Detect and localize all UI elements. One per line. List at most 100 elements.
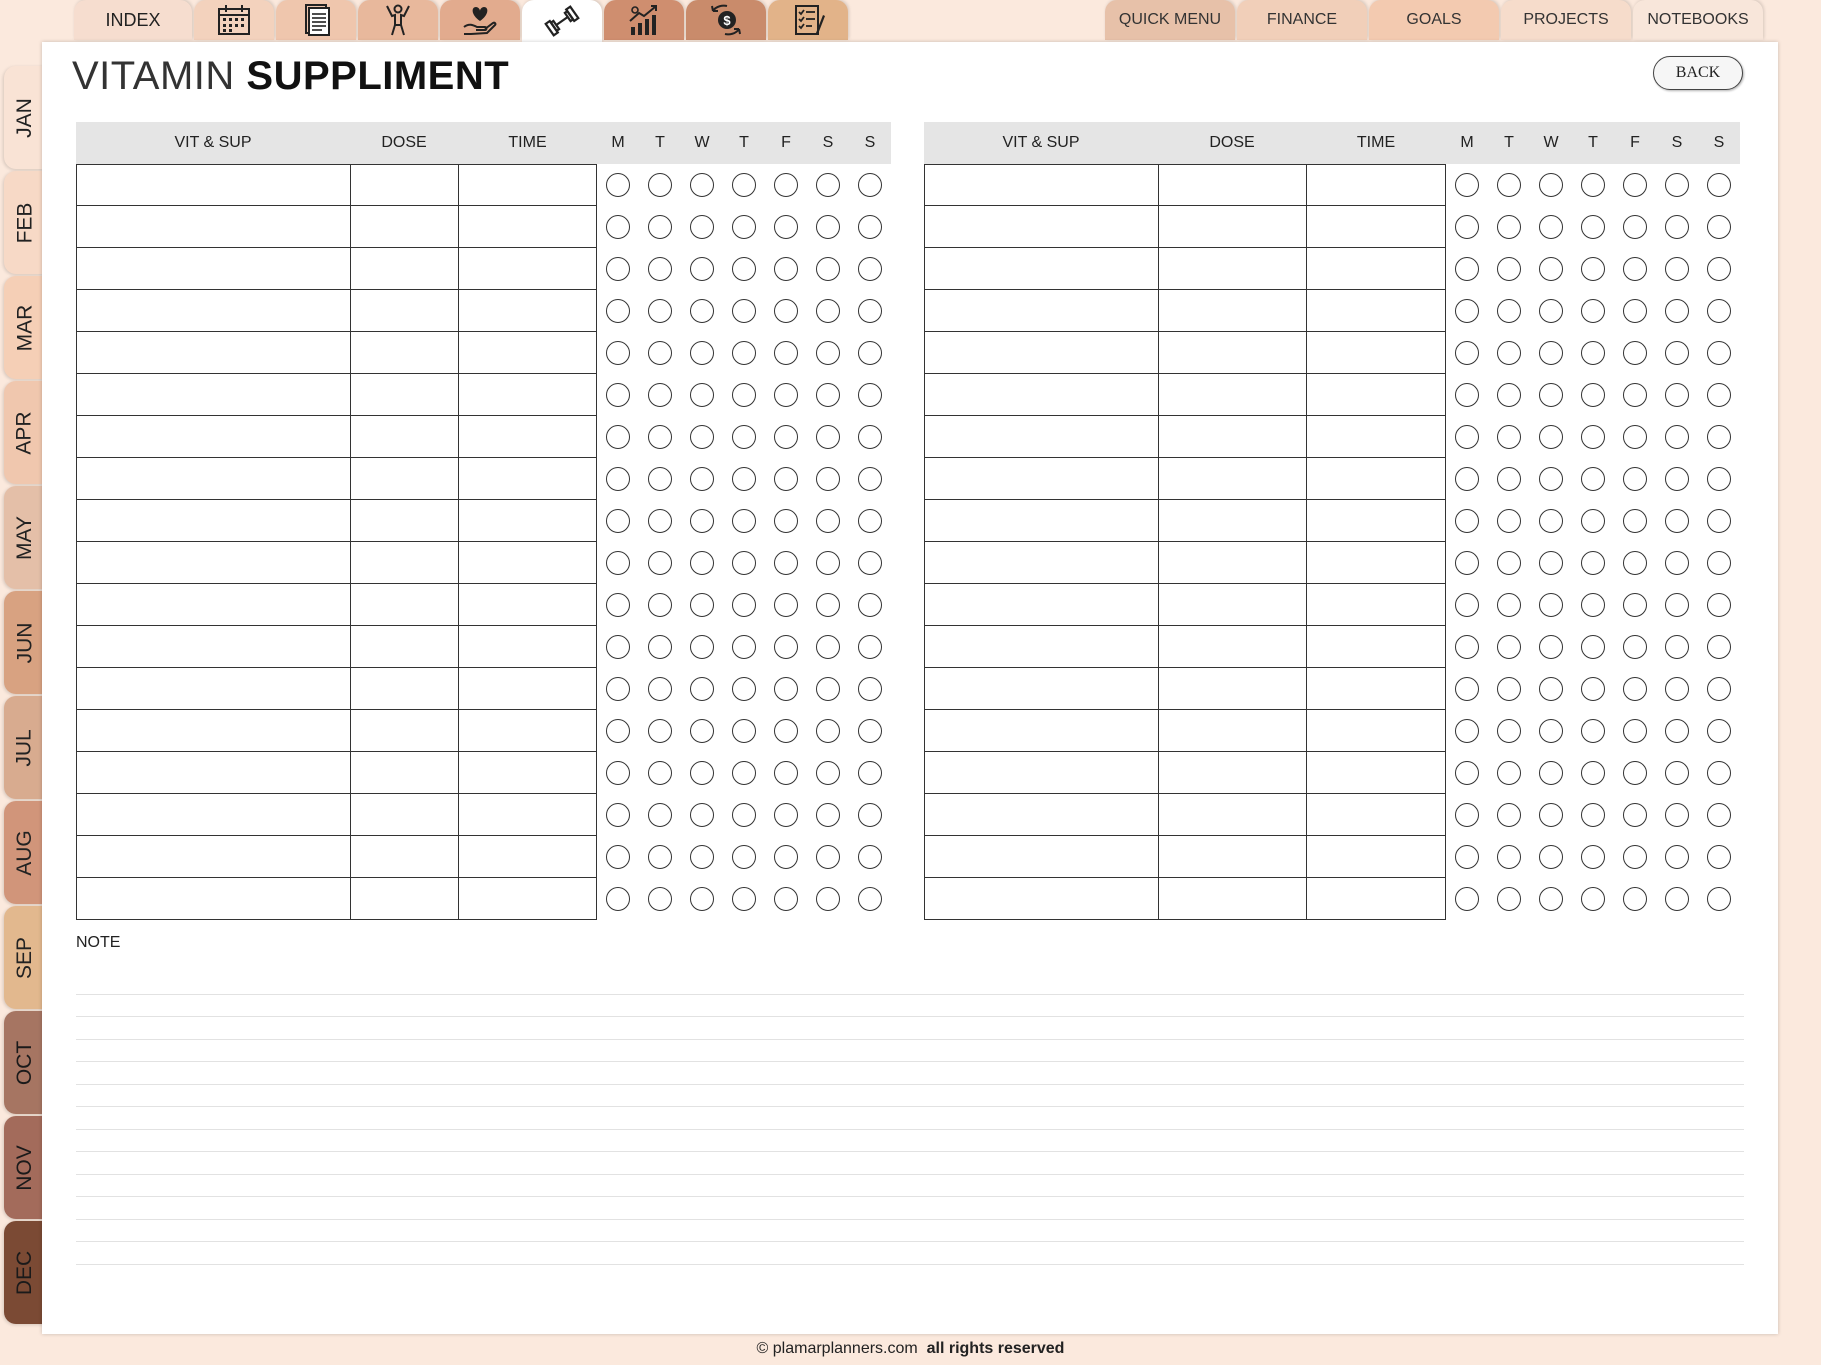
day-checkbox[interactable] <box>723 584 765 626</box>
day-checkbox[interactable] <box>1614 794 1656 836</box>
day-checkbox[interactable] <box>1572 752 1614 794</box>
day-checkbox[interactable] <box>1698 332 1740 374</box>
dose-cell[interactable] <box>350 332 458 374</box>
month-tab-sep[interactable]: SEP <box>4 906 46 1009</box>
day-checkbox[interactable] <box>1488 164 1530 206</box>
dose-cell[interactable] <box>1158 542 1306 584</box>
time-cell[interactable] <box>1306 878 1446 920</box>
day-checkbox[interactable] <box>849 752 891 794</box>
time-cell[interactable] <box>458 458 597 500</box>
day-checkbox[interactable] <box>681 584 723 626</box>
time-cell[interactable] <box>1306 206 1446 248</box>
tab-document[interactable] <box>276 0 356 40</box>
day-checkbox[interactable] <box>1698 458 1740 500</box>
day-checkbox[interactable] <box>807 836 849 878</box>
month-tab-nov[interactable]: NOV <box>4 1116 46 1219</box>
day-checkbox[interactable] <box>1656 332 1698 374</box>
day-checkbox[interactable] <box>1698 668 1740 710</box>
day-checkbox[interactable] <box>1698 290 1740 332</box>
dose-cell[interactable] <box>1158 500 1306 542</box>
month-tab-feb[interactable]: FEB <box>4 171 46 274</box>
day-checkbox[interactable] <box>681 164 723 206</box>
day-checkbox[interactable] <box>1530 416 1572 458</box>
day-checkbox[interactable] <box>723 164 765 206</box>
day-checkbox[interactable] <box>1614 374 1656 416</box>
vit-cell[interactable] <box>76 248 350 290</box>
day-checkbox[interactable] <box>1656 878 1698 920</box>
day-checkbox[interactable] <box>1614 500 1656 542</box>
time-cell[interactable] <box>458 542 597 584</box>
day-checkbox[interactable] <box>1614 248 1656 290</box>
day-checkbox[interactable] <box>681 668 723 710</box>
time-cell[interactable] <box>1306 374 1446 416</box>
day-checkbox[interactable] <box>1698 164 1740 206</box>
vit-cell[interactable] <box>924 416 1158 458</box>
vit-cell[interactable] <box>76 878 350 920</box>
day-checkbox[interactable] <box>849 794 891 836</box>
day-checkbox[interactable] <box>639 500 681 542</box>
dose-cell[interactable] <box>1158 458 1306 500</box>
day-checkbox[interactable] <box>1572 332 1614 374</box>
day-checkbox[interactable] <box>681 878 723 920</box>
day-checkbox[interactable] <box>849 248 891 290</box>
day-checkbox[interactable] <box>1446 626 1488 668</box>
day-checkbox[interactable] <box>807 458 849 500</box>
note-area[interactable] <box>76 972 1744 1265</box>
day-checkbox[interactable] <box>1488 500 1530 542</box>
day-checkbox[interactable] <box>723 290 765 332</box>
month-tab-may[interactable]: MAY <box>4 486 46 589</box>
day-checkbox[interactable] <box>1572 710 1614 752</box>
day-checkbox[interactable] <box>639 668 681 710</box>
time-cell[interactable] <box>458 878 597 920</box>
day-checkbox[interactable] <box>1698 584 1740 626</box>
time-cell[interactable] <box>458 248 597 290</box>
day-checkbox[interactable] <box>1530 542 1572 584</box>
day-checkbox[interactable] <box>1446 836 1488 878</box>
dose-cell[interactable] <box>1158 164 1306 206</box>
day-checkbox[interactable] <box>1698 416 1740 458</box>
day-checkbox[interactable] <box>807 248 849 290</box>
day-checkbox[interactable] <box>1530 668 1572 710</box>
day-checkbox[interactable] <box>723 542 765 584</box>
vit-cell[interactable] <box>76 794 350 836</box>
day-checkbox[interactable] <box>1656 584 1698 626</box>
dose-cell[interactable] <box>350 416 458 458</box>
time-cell[interactable] <box>1306 248 1446 290</box>
vit-cell[interactable] <box>924 500 1158 542</box>
vit-cell[interactable] <box>76 374 350 416</box>
day-checkbox[interactable] <box>1614 752 1656 794</box>
tab-goals[interactable]: GOALS <box>1369 0 1499 40</box>
vit-cell[interactable] <box>924 542 1158 584</box>
month-tab-oct[interactable]: OCT <box>4 1011 46 1114</box>
day-checkbox[interactable] <box>1446 248 1488 290</box>
time-cell[interactable] <box>1306 164 1446 206</box>
time-cell[interactable] <box>458 500 597 542</box>
time-cell[interactable] <box>458 332 597 374</box>
vit-cell[interactable] <box>924 584 1158 626</box>
day-checkbox[interactable] <box>849 332 891 374</box>
vit-cell[interactable] <box>76 584 350 626</box>
day-checkbox[interactable] <box>765 584 807 626</box>
day-checkbox[interactable] <box>807 626 849 668</box>
day-checkbox[interactable] <box>849 374 891 416</box>
day-checkbox[interactable] <box>1614 206 1656 248</box>
vit-cell[interactable] <box>924 458 1158 500</box>
month-tab-aug[interactable]: AUG <box>4 801 46 904</box>
day-checkbox[interactable] <box>1530 878 1572 920</box>
day-checkbox[interactable] <box>723 794 765 836</box>
dose-cell[interactable] <box>350 458 458 500</box>
day-checkbox[interactable] <box>597 584 639 626</box>
time-cell[interactable] <box>1306 794 1446 836</box>
dose-cell[interactable] <box>1158 668 1306 710</box>
dose-cell[interactable] <box>350 542 458 584</box>
dose-cell[interactable] <box>1158 878 1306 920</box>
day-checkbox[interactable] <box>1656 836 1698 878</box>
day-checkbox[interactable] <box>1488 374 1530 416</box>
day-checkbox[interactable] <box>765 374 807 416</box>
vit-cell[interactable] <box>76 752 350 794</box>
dose-cell[interactable] <box>1158 374 1306 416</box>
day-checkbox[interactable] <box>1614 710 1656 752</box>
day-checkbox[interactable] <box>1446 878 1488 920</box>
day-checkbox[interactable] <box>597 206 639 248</box>
day-checkbox[interactable] <box>765 164 807 206</box>
